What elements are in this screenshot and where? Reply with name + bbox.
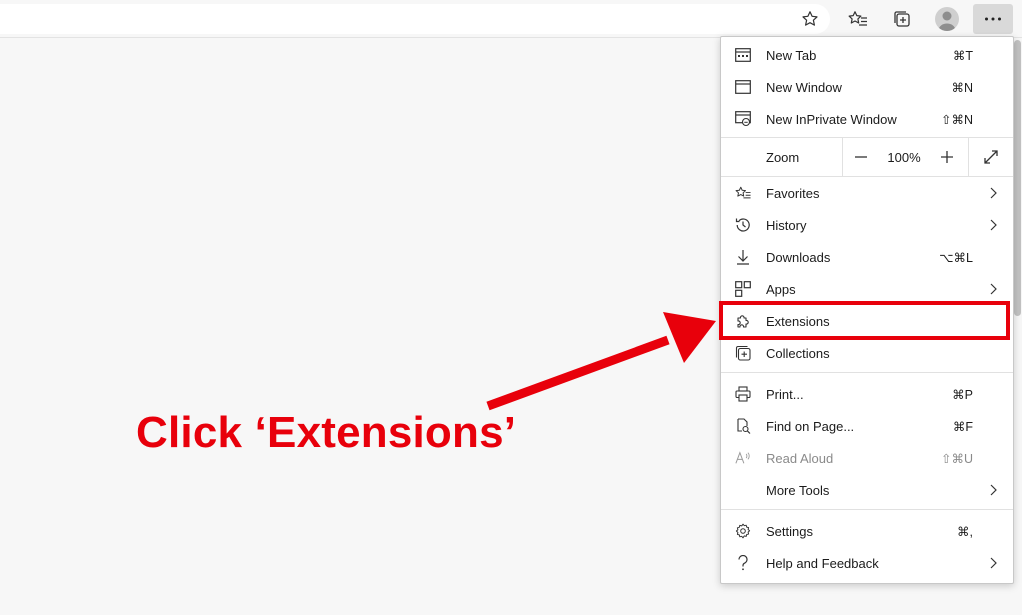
annotation-text: Click ‘Extensions’ <box>136 408 517 457</box>
annotation-arrow <box>486 312 716 411</box>
